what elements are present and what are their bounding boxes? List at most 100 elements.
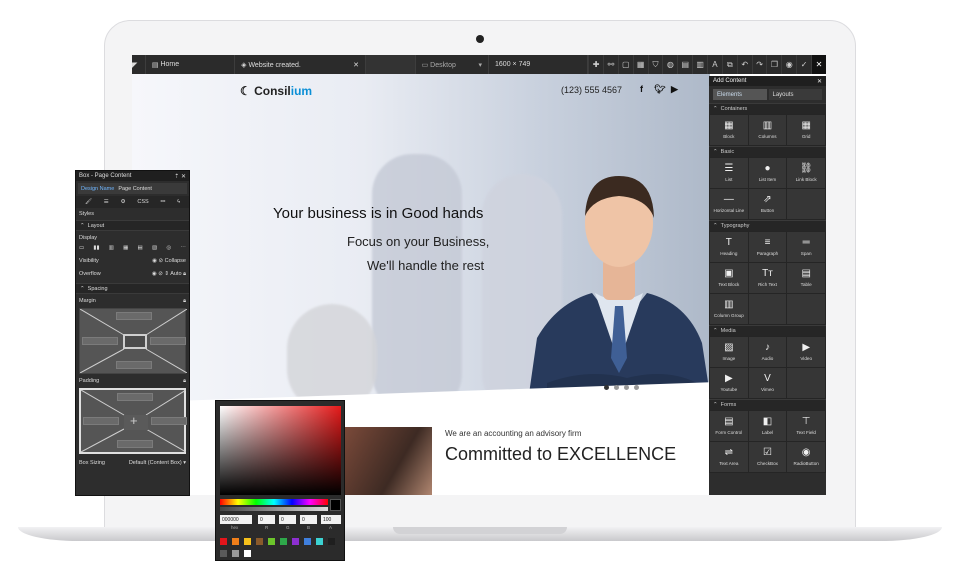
box-sizing-select[interactable]: Default (Content Box) ▾ bbox=[129, 460, 186, 466]
section-media[interactable]: ⌃ Media bbox=[709, 325, 826, 336]
twitter-icon[interactable]: 🐦︎ bbox=[654, 84, 665, 95]
element-list[interactable]: ☰ List bbox=[710, 158, 748, 188]
element-horizontal-line[interactable]: — Horizontal Line bbox=[710, 189, 748, 219]
add-icon[interactable]: ✚ bbox=[588, 55, 603, 74]
section-basic[interactable]: ⌃ Basic bbox=[709, 146, 826, 157]
green-input[interactable]: 0 bbox=[279, 515, 296, 524]
element-checkbox[interactable]: ☑ CheckBox bbox=[748, 442, 787, 472]
element-link-block[interactable]: ⛓ Link Block bbox=[787, 158, 825, 188]
resolution-field[interactable]: 1600 × 749 bbox=[489, 55, 589, 74]
hue-slider[interactable] bbox=[220, 499, 328, 505]
saturation-field[interactable] bbox=[220, 406, 341, 495]
element-audio[interactable]: ♪ Audio bbox=[748, 337, 787, 367]
phone-number[interactable]: (123) 555 4567 bbox=[561, 85, 622, 95]
element-list-item[interactable]: ● List Item bbox=[748, 158, 787, 188]
youtube-icon[interactable]: ▶ bbox=[671, 84, 678, 95]
auto-option[interactable]: Auto bbox=[170, 271, 181, 277]
element-button[interactable]: ⇗ Button bbox=[748, 189, 787, 219]
alpha-input[interactable]: 100 bbox=[321, 515, 341, 524]
color-swatch[interactable] bbox=[220, 538, 227, 545]
brush-icon[interactable]: 🖌︎ bbox=[85, 199, 92, 205]
element-video[interactable]: ▶ Video bbox=[787, 337, 825, 367]
element-paragraph[interactable]: ≡ Paragraph bbox=[748, 232, 787, 262]
globe-icon[interactable]: ◍ bbox=[662, 55, 677, 74]
eye-icon[interactable]: ◉ bbox=[152, 258, 157, 264]
color-swatch[interactable] bbox=[292, 538, 299, 545]
tab-home[interactable]: ▤ Home bbox=[146, 55, 236, 74]
element-vimeo[interactable]: V Vimeo bbox=[748, 368, 787, 398]
gear-icon[interactable]: ⚙ bbox=[121, 199, 126, 205]
color-swatch[interactable] bbox=[244, 538, 251, 545]
check-icon[interactable]: ✓ bbox=[796, 55, 811, 74]
element-text-field[interactable]: ⊤ Text Field bbox=[787, 411, 825, 441]
shield-icon[interactable]: ⛉ bbox=[647, 55, 663, 74]
red-input[interactable]: 0 bbox=[258, 515, 275, 524]
color-swatch[interactable] bbox=[244, 550, 251, 557]
nodes-icon[interactable]: ⚯ bbox=[161, 199, 166, 205]
padding-box-editor[interactable]: + bbox=[79, 388, 187, 454]
element-label[interactable]: ◧ Label bbox=[748, 411, 787, 441]
lock-icon[interactable]: 🔒︎ bbox=[183, 298, 186, 305]
close-panel-icon[interactable]: ✕ bbox=[817, 78, 822, 85]
element-radiobutton[interactable]: ◉ RadioButton bbox=[787, 442, 825, 472]
section-typography[interactable]: ⌃ Typography bbox=[709, 220, 826, 231]
element-grid[interactable]: ▦ Grid bbox=[787, 115, 825, 145]
element-text-area[interactable]: ⇌ Text Area bbox=[710, 442, 748, 472]
blue-input[interactable]: 0 bbox=[300, 515, 317, 524]
margin-box-editor[interactable] bbox=[79, 308, 187, 374]
eye-off-icon[interactable]: ⊘ bbox=[158, 271, 163, 277]
close-notification-icon[interactable]: ✕ bbox=[353, 61, 359, 69]
close-style-icon[interactable]: ✕ bbox=[181, 174, 186, 180]
site-logo[interactable]: ☾ Consilium bbox=[240, 84, 312, 98]
book-icon[interactable]: ▥ bbox=[692, 55, 707, 74]
element-columns[interactable]: ▥ Columns bbox=[748, 115, 787, 145]
tab-layouts[interactable]: Layouts bbox=[768, 89, 822, 100]
scroll-icon[interactable]: ⇕ bbox=[164, 271, 169, 277]
bolt-icon[interactable]: ϟ bbox=[177, 199, 180, 205]
element-text-block[interactable]: ▣ Text Block bbox=[710, 263, 748, 293]
hex-input[interactable]: 000000 bbox=[220, 515, 252, 524]
element-form-control[interactable]: ▤ Form Control bbox=[710, 411, 748, 441]
duplicate-icon[interactable]: ❐ bbox=[766, 55, 781, 74]
device-select[interactable]: ▭ Desktop ▾ bbox=[416, 55, 490, 74]
element-table[interactable]: ▤ Table bbox=[787, 263, 825, 293]
element-heading[interactable]: T Heading bbox=[710, 232, 748, 262]
color-swatch[interactable] bbox=[328, 538, 335, 545]
color-swatch[interactable] bbox=[220, 550, 227, 557]
assets-icon[interactable]: ▤ bbox=[677, 55, 692, 74]
css-tab[interactable]: CSS bbox=[137, 199, 148, 205]
element-block[interactable]: ▦ Block bbox=[710, 115, 748, 145]
preview-icon[interactable]: ◉ bbox=[781, 55, 796, 74]
redo-icon[interactable]: ↷ bbox=[751, 55, 767, 74]
square-icon[interactable]: ▢ bbox=[617, 55, 633, 74]
typography-icon[interactable]: A bbox=[707, 55, 722, 74]
element-image[interactable]: ▨ Image bbox=[710, 337, 748, 367]
element-span[interactable]: ═ Span bbox=[787, 232, 825, 262]
copy-icon[interactable]: ⧉ bbox=[721, 55, 737, 74]
menu-icon[interactable]: ◤ bbox=[132, 55, 146, 74]
display-options[interactable]: ▭ ▮▮ ▥ ▦ ▤ ▧ ◎ ⋯ bbox=[76, 243, 189, 253]
alpha-slider[interactable] bbox=[220, 507, 328, 511]
section-containers[interactable]: ⌃ Containers bbox=[709, 103, 826, 114]
element-column-group[interactable]: ▥ Column Group bbox=[710, 294, 748, 324]
color-swatch[interactable] bbox=[232, 538, 239, 545]
tab-elements[interactable]: Elements bbox=[713, 89, 767, 100]
color-swatch[interactable] bbox=[280, 538, 287, 545]
color-swatch[interactable] bbox=[316, 538, 323, 545]
color-swatch[interactable] bbox=[304, 538, 311, 545]
close-icon[interactable]: ✕ bbox=[811, 55, 826, 74]
element-rich-text[interactable]: Tт Rich Text bbox=[748, 263, 787, 293]
layout-section-toggle[interactable]: ⌃ Layout bbox=[76, 220, 189, 231]
navigator-icon[interactable]: ⚯ bbox=[603, 55, 618, 74]
facebook-icon[interactable]: f bbox=[640, 84, 643, 94]
collapse-option[interactable]: Collapse bbox=[165, 258, 186, 264]
list-icon[interactable]: ☰ bbox=[104, 199, 109, 205]
color-swatch[interactable] bbox=[256, 538, 263, 545]
undo-icon[interactable]: ↶ bbox=[736, 55, 752, 74]
lock-icon[interactable]: 🔒︎ bbox=[183, 378, 186, 385]
design-name-input[interactable]: Page Content bbox=[118, 186, 152, 192]
color-swatch[interactable] bbox=[268, 538, 275, 545]
color-swatch[interactable] bbox=[232, 550, 239, 557]
eye-off-icon[interactable]: ⊘ bbox=[158, 258, 163, 264]
lock-icon[interactable]: 🔒︎ bbox=[183, 271, 186, 277]
